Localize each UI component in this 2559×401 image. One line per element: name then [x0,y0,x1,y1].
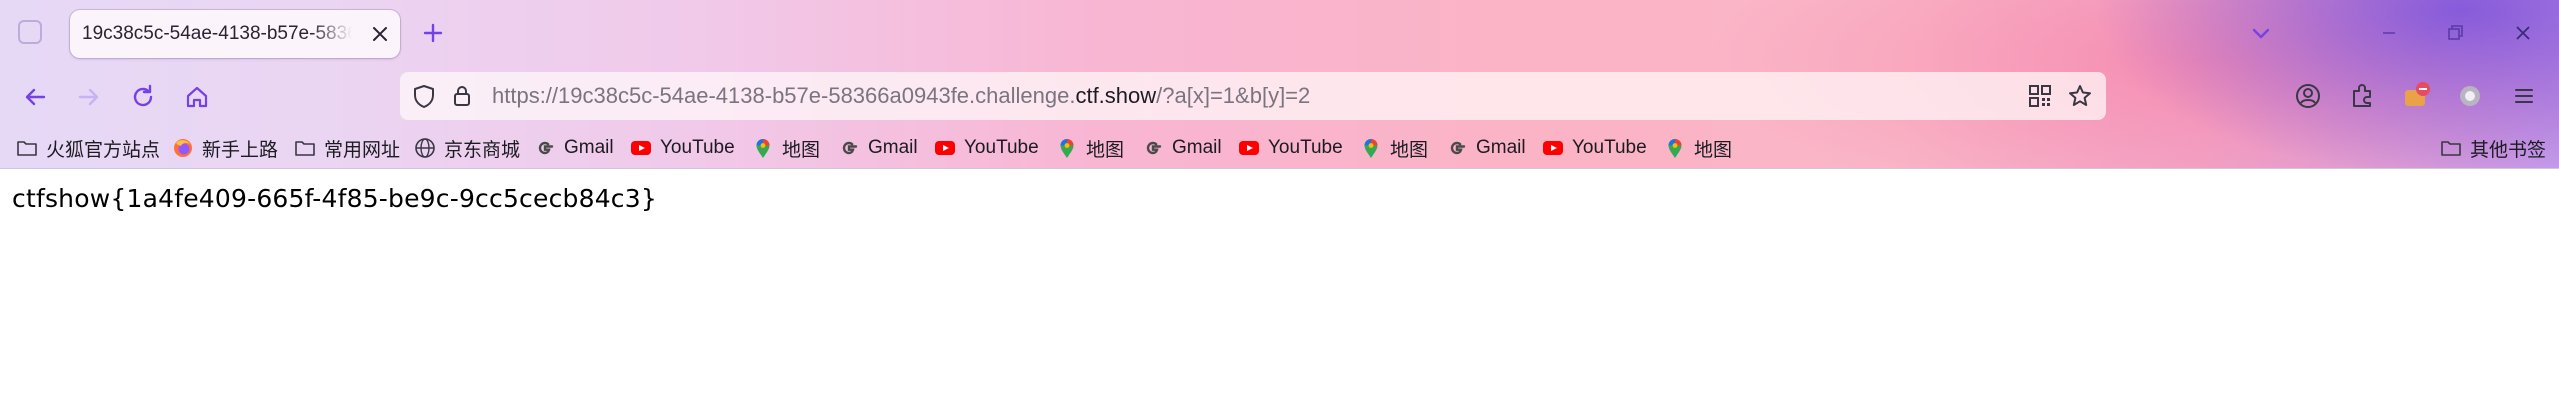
browser-chrome: 19c38c5c-54ae-4138-b57e-58366a0943fe.cha… [0,0,2559,168]
folder-icon [2440,137,2462,159]
bookmark-label: 常用网址 [324,139,401,161]
extensions-icon[interactable] [2346,80,2378,112]
extension-circle-icon[interactable] [2454,80,2486,112]
tab-title: 19c38c5c-54ae-4138-b57e-58366a0943fe.cha… [82,23,352,44]
firefox-icon [172,137,194,159]
bookmark-label: YouTube [1268,137,1343,158]
home-button[interactable] [180,80,214,114]
bookmark-item[interactable]: Gmail [1446,134,1526,162]
extension-badge-icon[interactable] [2400,80,2432,112]
google-icon [838,137,860,159]
new-tab-button[interactable] [418,18,448,48]
bookmark-label: Gmail [564,137,614,158]
other-bookmarks-label: 其他书签 [2470,139,2547,161]
reload-button[interactable] [126,80,160,114]
bookmark-item[interactable]: YouTube [1542,134,1647,162]
forward-button[interactable] [72,80,106,114]
maps-icon [1056,137,1078,159]
bookmark-label: Gmail [868,137,918,158]
bookmark-item[interactable]: Gmail [838,134,918,162]
bookmark-label: 地图 [1390,139,1429,161]
lock-icon[interactable] [448,82,476,110]
bookmark-item[interactable]: YouTube [1238,134,1343,162]
bookmarks-toolbar: 火狐官方站点 新手上路 常用网址 京东商城 Gmail YouTube 地图 G… [0,128,2559,168]
bookmark-label: YouTube [660,137,735,158]
navigation-toolbar: https://19c38c5c-54ae-4138-b57e-58366a09… [0,66,2559,128]
flag-text: ctfshow{1a4fe409-665f-4f85-be9c-9cc5cecb… [12,184,657,213]
bookmark-label: 京东商城 [444,139,521,161]
tab-active[interactable]: 19c38c5c-54ae-4138-b57e-58366a0943fe.cha… [70,10,400,58]
back-button[interactable] [18,80,52,114]
qr-code-icon[interactable] [2026,82,2054,110]
bookmark-label: YouTube [1572,137,1647,158]
bookmark-item[interactable]: 地图 [1360,134,1428,162]
bookmark-item[interactable]: 新手上路 [172,134,278,162]
youtube-icon [630,137,652,159]
bookmark-label: YouTube [964,137,1039,158]
maps-icon [1664,137,1686,159]
google-icon [1446,137,1468,159]
bookmark-item[interactable]: 地图 [1664,134,1732,162]
bookmark-label: 地图 [782,139,821,161]
bookmark-label: 地图 [1694,139,1733,161]
tab-strip: 19c38c5c-54ae-4138-b57e-58366a0943fe.cha… [0,0,2559,66]
google-icon [1142,137,1164,159]
bookmark-label: Gmail [1172,137,1222,158]
window-minimize-button[interactable] [2374,18,2404,48]
window-restore-button[interactable] [2440,18,2470,48]
url-prefix: https://19c38c5c-54ae-4138-b57e-58366a09… [492,83,1076,108]
maps-icon [1360,137,1382,159]
youtube-icon [1238,137,1260,159]
bookmark-item[interactable]: 地图 [1056,134,1124,162]
other-bookmarks[interactable]: 其他书签 [2440,134,2546,162]
page-content: ctfshow{1a4fe409-665f-4f85-be9c-9cc5cecb… [0,169,2559,401]
tab-list-button[interactable] [2246,18,2276,48]
maps-icon [752,137,774,159]
google-icon [534,137,556,159]
bookmark-item[interactable]: YouTube [934,134,1039,162]
bookmark-item[interactable]: 火狐官方站点 [16,134,160,162]
bookmark-item[interactable]: 地图 [752,134,820,162]
bookmark-item[interactable]: 京东商城 [414,134,520,162]
globe-icon [414,137,436,159]
url-suffix: /?a[x]=1&b[y]=2 [1156,83,1311,108]
youtube-icon [934,137,956,159]
bookmark-item[interactable]: 常用网址 [294,134,400,162]
address-bar[interactable]: https://19c38c5c-54ae-4138-b57e-58366a09… [400,72,2106,120]
bookmark-item[interactable]: YouTube [630,134,735,162]
url-domain: ctf.show [1075,83,1157,108]
bookmark-item[interactable]: Gmail [1142,134,1222,162]
menu-icon[interactable] [2508,80,2540,112]
bookmark-item[interactable]: Gmail [534,134,614,162]
youtube-icon [1542,137,1564,159]
firefox-view-button[interactable] [18,20,42,44]
star-icon[interactable] [2066,82,2094,110]
account-icon[interactable] [2292,80,2324,112]
bookmark-label: 新手上路 [202,139,279,161]
folder-icon [16,137,38,159]
folder-icon [294,137,316,159]
shield-icon[interactable] [410,82,438,110]
close-icon[interactable] [368,22,392,46]
bookmark-label: 火狐官方站点 [46,139,161,161]
window-close-button[interactable] [2508,18,2538,48]
bookmark-label: 地图 [1086,139,1125,161]
bookmark-label: Gmail [1476,137,1526,158]
url-text[interactable]: https://19c38c5c-54ae-4138-b57e-58366a09… [492,83,1310,109]
